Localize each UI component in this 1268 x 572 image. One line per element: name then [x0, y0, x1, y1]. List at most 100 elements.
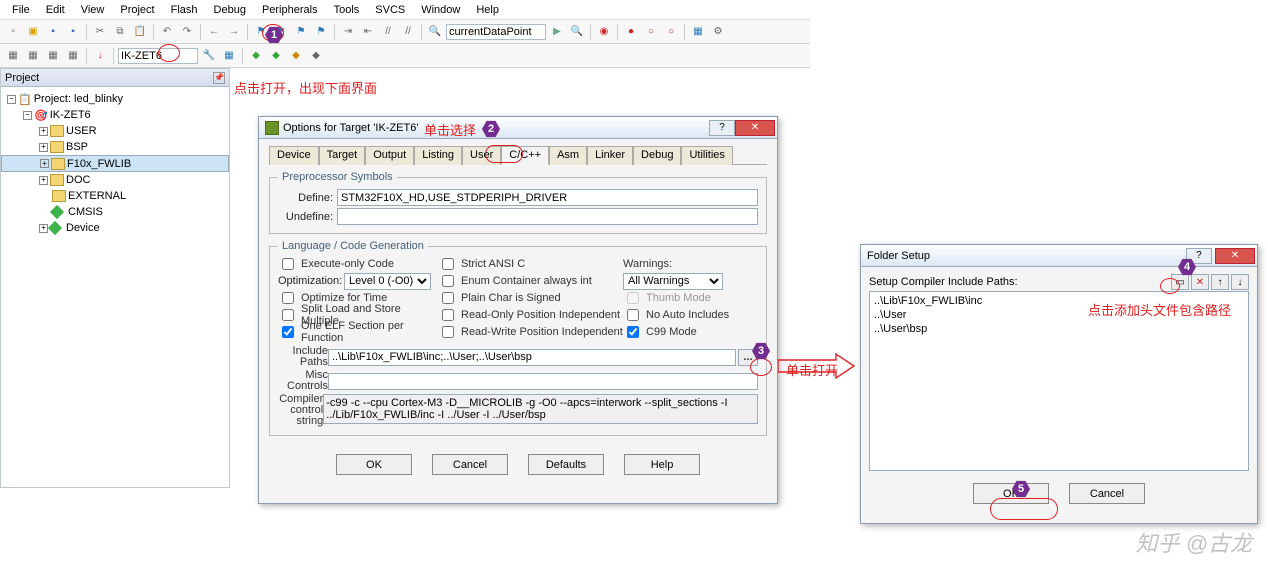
help-button[interactable]: Help — [624, 454, 700, 475]
tab-linker[interactable]: Linker — [587, 146, 633, 165]
split-checkbox[interactable] — [282, 309, 294, 321]
menu-debug[interactable]: Debug — [206, 2, 254, 18]
strict-checkbox[interactable] — [442, 258, 454, 270]
warnings-select[interactable]: All Warnings — [623, 273, 723, 290]
build-icon[interactable]: ▦ — [4, 47, 22, 65]
rwpos-checkbox[interactable] — [442, 326, 454, 338]
tree-folder[interactable]: DOC — [66, 174, 90, 186]
paste-icon[interactable]: 📋 — [131, 23, 149, 41]
expand-icon[interactable]: + — [39, 143, 48, 152]
tree-folder[interactable]: USER — [66, 125, 97, 137]
saveall-icon[interactable]: ▪ — [64, 23, 82, 41]
tree-root[interactable]: Project: led_blinky — [34, 93, 123, 105]
rte2-icon[interactable]: ◆ — [267, 47, 285, 65]
menu-tools[interactable]: Tools — [326, 2, 368, 18]
find-input[interactable] — [446, 24, 546, 40]
menu-svcs[interactable]: SVCS — [367, 2, 413, 18]
window-icon[interactable]: ▦ — [689, 23, 707, 41]
find-files-icon[interactable]: 🔍 — [568, 23, 586, 41]
include-paths-input[interactable] — [328, 349, 736, 366]
find-next-icon[interactable]: ▶ — [548, 23, 566, 41]
move-up-icon[interactable]: ↑ — [1211, 274, 1229, 290]
expand-icon[interactable]: + — [39, 224, 48, 233]
misc-input[interactable] — [328, 373, 758, 390]
indent-icon[interactable]: ⇥ — [339, 23, 357, 41]
defaults-button[interactable]: Defaults — [528, 454, 604, 475]
plain-checkbox[interactable] — [442, 292, 454, 304]
expand-icon[interactable]: + — [40, 159, 49, 168]
redo-icon[interactable]: ↷ — [178, 23, 196, 41]
target-options-icon[interactable]: 🔧 — [200, 47, 218, 65]
rte3-icon[interactable]: ◆ — [287, 47, 305, 65]
nav-back-icon[interactable]: ← — [205, 23, 223, 41]
ropos-checkbox[interactable] — [442, 309, 454, 321]
close-icon[interactable]: ✕ — [1215, 248, 1255, 264]
new-icon[interactable]: ▫ — [4, 23, 22, 41]
rte4-icon[interactable]: ◆ — [307, 47, 325, 65]
bp3-icon[interactable]: ○ — [662, 23, 680, 41]
expand-icon[interactable]: − — [23, 111, 32, 120]
cut-icon[interactable]: ✂ — [91, 23, 109, 41]
tab-device[interactable]: Device — [269, 146, 319, 165]
tab-target[interactable]: Target — [319, 146, 366, 165]
fs-cancel-button[interactable]: Cancel — [1069, 483, 1145, 504]
outdent-icon[interactable]: ⇤ — [359, 23, 377, 41]
move-down-icon[interactable]: ↓ — [1231, 274, 1249, 290]
list-item[interactable]: ..\User\bsp — [874, 322, 1244, 336]
opt-time-checkbox[interactable] — [282, 292, 294, 304]
debug-icon[interactable]: ◉ — [595, 23, 613, 41]
enum-checkbox[interactable] — [442, 275, 454, 287]
delete-icon[interactable]: ✕ — [1191, 274, 1209, 290]
panel-pin-icon[interactable]: 📌 — [213, 72, 225, 84]
tab-listing[interactable]: Listing — [414, 146, 462, 165]
tree-target[interactable]: IK-ZET6 — [50, 109, 91, 121]
build-all-icon[interactable]: ▦ — [24, 47, 42, 65]
exec-only-checkbox[interactable] — [282, 258, 294, 270]
bookmark-next-icon[interactable]: ⚑ — [292, 23, 310, 41]
tree-folder[interactable]: BSP — [66, 141, 88, 153]
find-icon[interactable]: 🔍 — [426, 23, 444, 41]
tab-output[interactable]: Output — [365, 146, 414, 165]
expand-icon[interactable]: − — [7, 95, 16, 104]
bp2-icon[interactable]: ○ — [642, 23, 660, 41]
cancel-button[interactable]: Cancel — [432, 454, 508, 475]
rebuild-icon[interactable]: ▦ — [44, 47, 62, 65]
optimization-select[interactable]: Level 0 (-O0) — [344, 273, 431, 290]
download-icon[interactable]: ↓ — [91, 47, 109, 65]
noauto-checkbox[interactable] — [627, 309, 639, 321]
menu-window[interactable]: Window — [413, 2, 468, 18]
close-icon[interactable]: ✕ — [735, 120, 775, 136]
rte-icon[interactable]: ◆ — [247, 47, 265, 65]
help-button-icon[interactable]: ? — [709, 120, 735, 136]
open-icon[interactable]: ▣ — [24, 23, 42, 41]
save-icon[interactable]: ▪ — [44, 23, 62, 41]
menu-file[interactable]: File — [4, 2, 38, 18]
batch-icon[interactable]: ▦ — [64, 47, 82, 65]
menu-edit[interactable]: Edit — [38, 2, 73, 18]
copy-icon[interactable]: ⧉ — [111, 23, 129, 41]
menu-flash[interactable]: Flash — [163, 2, 206, 18]
uncomment-icon[interactable]: // — [399, 23, 417, 41]
manage-icon[interactable]: ▦ — [220, 47, 238, 65]
menu-view[interactable]: View — [73, 2, 113, 18]
expand-icon[interactable]: + — [39, 176, 48, 185]
comment-icon[interactable]: // — [379, 23, 397, 41]
expand-icon[interactable]: + — [39, 127, 48, 136]
define-input[interactable] — [337, 189, 758, 206]
menu-periph[interactable]: Peripherals — [254, 2, 326, 18]
menu-project[interactable]: Project — [112, 2, 162, 18]
config-icon[interactable]: ⚙ — [709, 23, 727, 41]
undefine-input[interactable] — [337, 208, 758, 225]
tree-cmsis[interactable]: CMSIS — [68, 206, 103, 218]
project-tree[interactable]: −📋Project: led_blinky −🎯IK-ZET6 +USER +B… — [1, 87, 229, 240]
nav-fwd-icon[interactable]: → — [225, 23, 243, 41]
one-elf-checkbox[interactable] — [282, 326, 294, 338]
tree-folder[interactable]: EXTERNAL — [68, 190, 126, 202]
tree-device[interactable]: Device — [66, 222, 100, 234]
tab-utilities[interactable]: Utilities — [681, 146, 732, 165]
ok-button[interactable]: OK — [336, 454, 412, 475]
tree-folder[interactable]: F10x_FWLIB — [67, 158, 131, 170]
tab-debug[interactable]: Debug — [633, 146, 681, 165]
c99-checkbox[interactable] — [627, 326, 639, 338]
bookmark-clear-icon[interactable]: ⚑ — [312, 23, 330, 41]
